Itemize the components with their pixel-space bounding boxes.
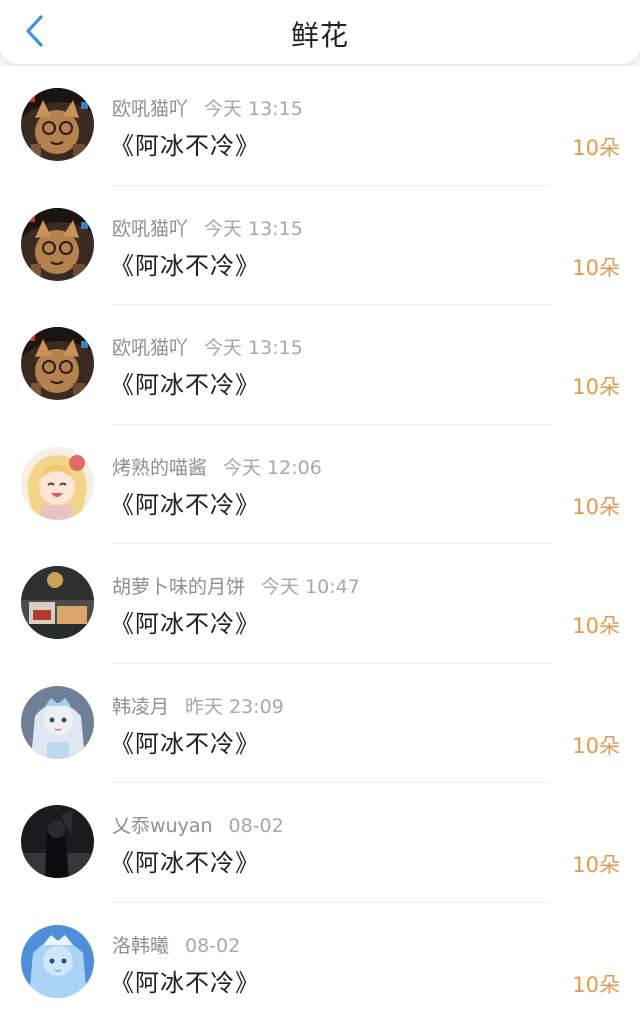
timestamp: 今天 13:15 xyxy=(204,98,303,120)
cat-costume-avatar-icon xyxy=(21,88,94,161)
timestamp: 08-02 xyxy=(229,815,284,837)
flower-count: 10朵 xyxy=(572,132,620,162)
avatar[interactable] xyxy=(21,805,94,878)
list-item[interactable]: 欧吼猫吖今天 13:15 《阿冰不冷》 10朵 xyxy=(0,66,640,186)
avatar[interactable] xyxy=(21,208,94,281)
entry-meta: 欧吼猫吖今天 13:15 xyxy=(112,94,303,121)
dark-figure-avatar-icon xyxy=(21,805,94,878)
username[interactable]: 欧吼猫吖 xyxy=(112,98,188,120)
username[interactable]: 欧吼猫吖 xyxy=(112,337,188,359)
list-item[interactable]: 胡萝卜味的月饼今天 10:47 《阿冰不冷》 10朵 xyxy=(0,544,640,664)
entry-meta: 韩凌月昨天 23:09 xyxy=(112,692,284,719)
avatar[interactable] xyxy=(21,447,94,520)
book-title[interactable]: 《阿冰不冷》 xyxy=(110,604,260,639)
username[interactable]: 洛韩曦 xyxy=(112,935,169,957)
username[interactable]: 韩凌月 xyxy=(112,696,169,718)
username[interactable]: 胡萝卜味的月饼 xyxy=(112,576,245,598)
list-item[interactable]: 烤熟的喵酱今天 12:06 《阿冰不冷》 10朵 xyxy=(0,425,640,545)
avatar[interactable] xyxy=(21,88,94,161)
entry-meta: 洛韩曦 08-02 xyxy=(112,931,240,958)
page-title: 鲜花 xyxy=(0,14,640,54)
avatar[interactable] xyxy=(21,327,94,400)
top-bar: 鲜花 xyxy=(0,0,640,64)
book-title[interactable]: 《阿冰不冷》 xyxy=(110,724,260,759)
timestamp: 08-02 xyxy=(185,935,240,957)
timestamp: 今天 10:47 xyxy=(261,576,360,598)
username[interactable]: 烤熟的喵酱 xyxy=(112,457,207,479)
entry-meta: 乂忝wuyan 08-02 xyxy=(112,811,284,838)
entry-meta: 烤熟的喵酱今天 12:06 xyxy=(112,453,322,480)
list-item[interactable]: 欧吼猫吖今天 13:15 《阿冰不冷》 10朵 xyxy=(0,305,640,425)
book-title[interactable]: 《阿冰不冷》 xyxy=(110,365,260,400)
timestamp: 今天 13:15 xyxy=(204,218,303,240)
avatar[interactable] xyxy=(21,925,94,998)
entry-meta: 欧吼猫吖今天 13:15 xyxy=(112,214,303,241)
flower-count: 10朵 xyxy=(572,252,620,282)
timestamp: 今天 13:15 xyxy=(204,337,303,359)
cat-costume-avatar-icon xyxy=(21,327,94,400)
username[interactable]: 乂忝wuyan xyxy=(112,815,213,837)
avatar[interactable] xyxy=(21,686,94,759)
entry-meta: 欧吼猫吖今天 13:15 xyxy=(112,333,303,360)
list-item[interactable]: 乂忝wuyan 08-02 《阿冰不冷》 10朵 xyxy=(0,783,640,903)
ice-princess-blue-avatar-icon xyxy=(21,925,94,998)
room-photo-avatar-icon xyxy=(21,566,94,639)
entry-meta: 胡萝卜味的月饼今天 10:47 xyxy=(112,572,360,599)
flower-gift-list: 欧吼猫吖今天 13:15 《阿冰不冷》 10朵 欧吼猫吖今天 13:15 《阿冰… xyxy=(0,66,640,1022)
cat-costume-avatar-icon xyxy=(21,208,94,281)
flower-count: 10朵 xyxy=(572,730,620,760)
book-title[interactable]: 《阿冰不冷》 xyxy=(110,246,260,281)
book-title[interactable]: 《阿冰不冷》 xyxy=(110,126,260,161)
avatar[interactable] xyxy=(21,566,94,639)
flower-count: 10朵 xyxy=(572,371,620,401)
timestamp: 昨天 23:09 xyxy=(185,696,284,718)
flower-count: 10朵 xyxy=(572,969,620,999)
ice-princess-avatar-icon xyxy=(21,686,94,759)
timestamp: 今天 12:06 xyxy=(223,457,322,479)
flower-count: 10朵 xyxy=(572,491,620,521)
book-title[interactable]: 《阿冰不冷》 xyxy=(110,843,260,878)
username[interactable]: 欧吼猫吖 xyxy=(112,218,188,240)
list-item[interactable]: 欧吼猫吖今天 13:15 《阿冰不冷》 10朵 xyxy=(0,186,640,306)
book-title[interactable]: 《阿冰不冷》 xyxy=(110,485,260,520)
book-title[interactable]: 《阿冰不冷》 xyxy=(110,963,260,998)
flower-count: 10朵 xyxy=(572,610,620,640)
flower-count: 10朵 xyxy=(572,849,620,879)
list-item[interactable]: 韩凌月昨天 23:09 《阿冰不冷》 10朵 xyxy=(0,664,640,784)
list-item[interactable]: 洛韩曦 08-02 《阿冰不冷》 10朵 xyxy=(0,903,640,1022)
anime-girl-avatar-icon xyxy=(21,447,94,520)
